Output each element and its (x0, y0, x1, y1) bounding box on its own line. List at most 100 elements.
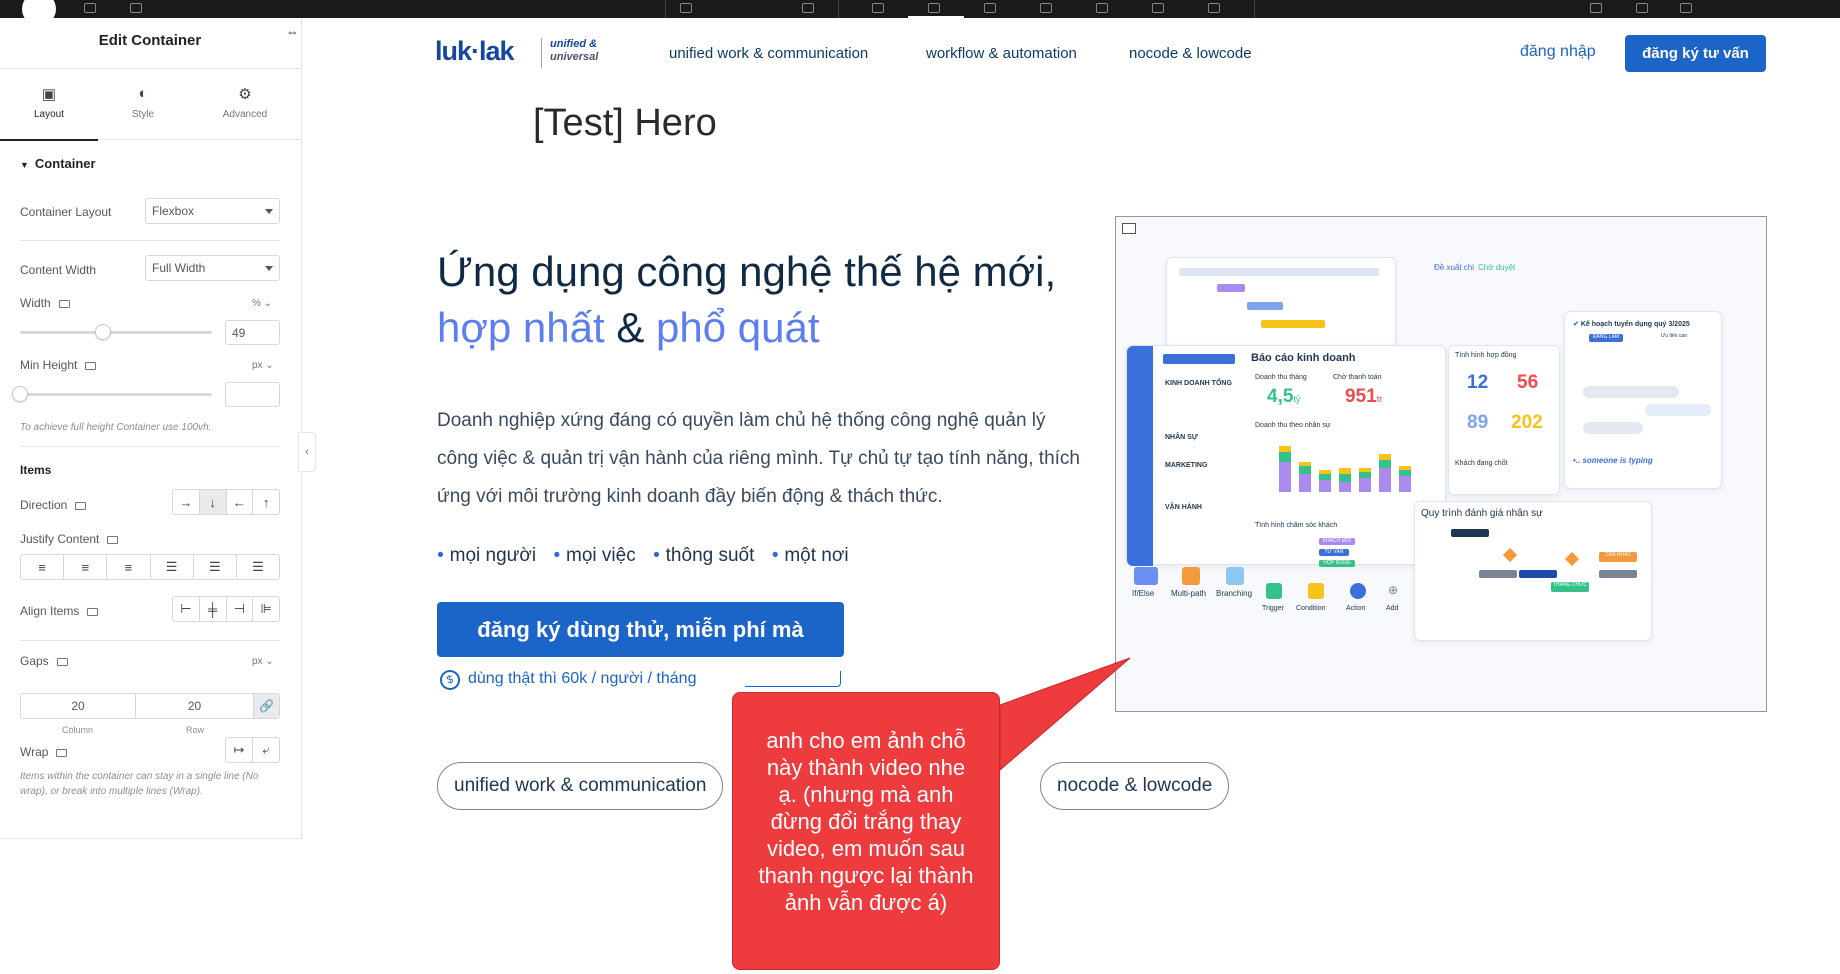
min-height-slider-track[interactable] (20, 393, 212, 396)
content-width-select[interactable]: Full Width (145, 255, 280, 281)
settings-icon[interactable] (802, 3, 814, 13)
align-center-icon[interactable]: ╪ (200, 597, 227, 621)
direction-column-button[interactable]: ↓ (199, 490, 227, 514)
hero-image[interactable]: Đề xuất chi Chờ duyệt KINH DOANH TỔNG NH… (1115, 216, 1767, 712)
nowrap-icon[interactable]: ↦ (226, 738, 253, 762)
wrap-icon[interactable]: ⤶ (253, 738, 279, 762)
gantt-bar (1261, 320, 1325, 328)
direction-label: Direction (20, 498, 87, 512)
editor-top-bar (0, 0, 1840, 26)
justify-space-between-icon[interactable]: ☰ (151, 555, 194, 579)
nav-workflow[interactable]: workflow & automation (926, 45, 1077, 62)
align-items-control: ⊢ ╪ ⊣ ⊫ (172, 596, 280, 622)
free-trial-button[interactable]: đăng ký dùng thử, miễn phí mà (437, 602, 844, 657)
width-unit-select[interactable]: % ⌄ (252, 298, 272, 309)
align-start-icon[interactable]: ⊢ (173, 597, 200, 621)
panel-resize-icon[interactable]: ⇔ (286, 24, 299, 39)
width-slider-track[interactable] (20, 331, 212, 334)
justify-start-icon[interactable]: ≡ (21, 555, 65, 579)
login-link[interactable]: đăng nhập (1520, 43, 1596, 61)
desktop-icon[interactable] (58, 299, 70, 308)
responsive-mobile-icon[interactable] (1152, 3, 1164, 13)
revenue-value: 4,5tỷ (1267, 386, 1300, 408)
container-layout-select[interactable]: Flexbox (145, 198, 280, 224)
section-container-toggle[interactable]: ▼ Container (20, 156, 96, 171)
flow-node (1479, 570, 1517, 578)
responsive-desktop-icon[interactable] (872, 3, 884, 13)
desktop-icon[interactable] (87, 607, 99, 616)
min-height-slider-handle[interactable] (12, 386, 28, 402)
bullet-text: mọi người (449, 545, 537, 566)
desktop-icon[interactable] (56, 748, 68, 757)
edit-panel: Edit Container ⇔ ▣ Layout ◐ Style ⚙ Adva… (0, 18, 302, 840)
width-input[interactable]: 49 (225, 320, 280, 345)
direction-row-reverse-button[interactable]: ← (227, 490, 254, 514)
gap-row-input[interactable]: 20 (136, 694, 254, 718)
direction-row-button[interactable]: → (173, 490, 200, 514)
responsive-laptop-icon[interactable] (928, 3, 940, 13)
container-layout-label: Container Layout (20, 205, 112, 219)
responsive-mobile-extra-icon[interactable] (1096, 3, 1108, 13)
gaps-control: 20 20 🔗 (20, 693, 280, 719)
panel-title: Edit Container (98, 32, 202, 49)
justify-space-evenly-icon[interactable]: ☰ (237, 555, 279, 579)
nav-unified-work[interactable]: unified work & communication (669, 45, 868, 62)
gaps-unit: px (252, 656, 263, 667)
plan-title-text: Kế hoạch tuyển dụng quý 3/2025 (1580, 321, 1690, 328)
desktop-icon[interactable] (85, 361, 97, 370)
preview-icon[interactable] (1636, 3, 1648, 13)
multi-path-icon (1182, 567, 1200, 585)
sidebar-item: VẬN HÀNH (1165, 504, 1202, 511)
align-stretch-icon[interactable]: ⊫ (253, 597, 279, 621)
page-settings-icon[interactable] (680, 3, 692, 13)
headline-amp: & (604, 304, 657, 351)
justify-end-icon[interactable]: ≡ (107, 555, 151, 579)
panel-collapse-button[interactable]: ‹ (298, 432, 316, 472)
report-title: Báo cáo kinh doanh (1251, 352, 1356, 364)
min-height-label-text: Min Height (20, 358, 78, 372)
desktop-icon[interactable] (56, 657, 68, 666)
structure-icon[interactable] (130, 3, 142, 13)
add-element-icon[interactable] (84, 3, 96, 13)
link-icon[interactable]: 🔗 (254, 694, 279, 718)
justify-center-icon[interactable]: ≡ (64, 555, 108, 579)
min-height-input[interactable] (225, 382, 280, 407)
contract-count: 12 (1467, 372, 1489, 393)
contract-count: 89 (1467, 412, 1489, 433)
chart-bar-segment (1379, 468, 1391, 492)
justify-space-around-icon[interactable]: ☰ (194, 555, 237, 579)
min-height-unit-select[interactable]: px ⌄ (252, 360, 274, 371)
desktop-icon[interactable] (75, 501, 87, 510)
register-consult-button[interactable]: đăng ký tư vấn (1625, 35, 1766, 72)
sidebar-item: NHÂN SỰ (1165, 434, 1198, 441)
responsive-tablet-icon[interactable] (1040, 3, 1052, 13)
desktop-icon[interactable] (107, 535, 119, 544)
wrap-control: ↦ ⤶ (225, 737, 280, 763)
pill-unified-work[interactable]: unified work & communication (437, 762, 724, 810)
tab-style[interactable]: ◐ Style (98, 69, 188, 141)
pill-nocode[interactable]: nocode & lowcode (1040, 762, 1230, 810)
align-end-icon[interactable]: ⊣ (227, 597, 254, 621)
gap-column-input[interactable]: 20 (21, 694, 136, 718)
tab-layout[interactable]: ▣ Layout (0, 69, 98, 141)
pending-value: 951tr (1345, 386, 1382, 408)
branching-icon (1226, 567, 1244, 585)
condition-icon (1308, 583, 1324, 599)
responsive-tablet-extra-icon[interactable] (984, 3, 996, 13)
tab-advanced[interactable]: ⚙ Advanced (200, 69, 290, 141)
align-items-label-text: Align Items (20, 604, 80, 618)
tool-label: Condition (1296, 605, 1326, 612)
approve-label-2: Chờ duyệt (1478, 263, 1516, 272)
site-logo[interactable]: luk·lak (435, 36, 515, 67)
staff-revenue-chart (1279, 446, 1411, 492)
bullet-item: • mọi việc (553, 545, 635, 566)
nav-nocode[interactable]: nocode & lowcode (1129, 45, 1252, 62)
help-icon[interactable] (1590, 3, 1602, 13)
history-icon[interactable] (1680, 3, 1692, 13)
bullet-dot-icon: • (653, 545, 660, 566)
responsive-mobile-small-icon[interactable] (1208, 3, 1220, 13)
gaps-unit-select[interactable]: px ⌄ (252, 656, 274, 667)
width-slider-handle[interactable] (94, 324, 111, 340)
direction-column-reverse-button[interactable]: ↑ (253, 490, 279, 514)
justify-content-label: Justify Content (20, 532, 119, 546)
